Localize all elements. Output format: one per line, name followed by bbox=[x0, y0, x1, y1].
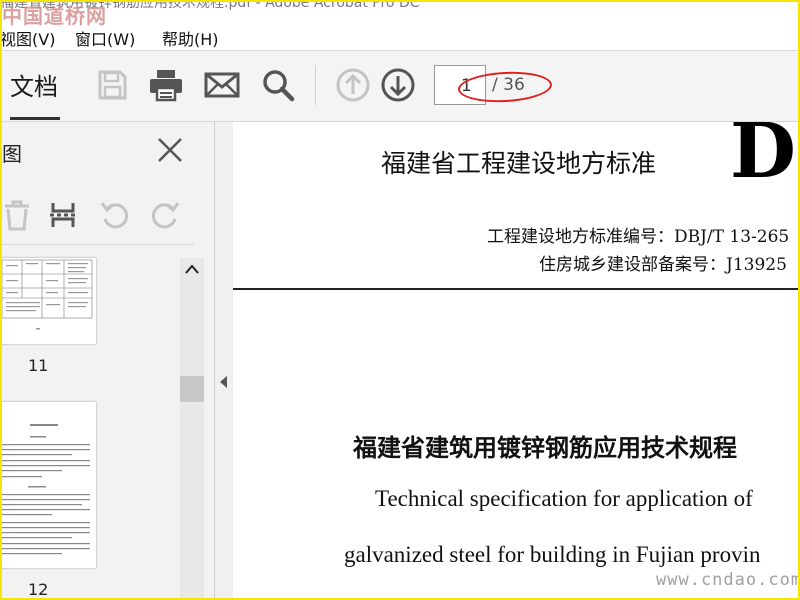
title-bar: 福建省建筑用镀锌钢筋应用技术规程.pdf - Adobe Acrobat Pro… bbox=[0, 0, 800, 22]
prev-page-icon-graphic bbox=[336, 68, 370, 102]
rotate-left-icon-graphic bbox=[100, 202, 129, 229]
save-icon-graphic bbox=[98, 70, 127, 100]
print-icon[interactable] bbox=[146, 65, 186, 105]
watermark-url-bottom: www.cndao.com bbox=[656, 570, 800, 590]
mail-icon-graphic bbox=[204, 72, 240, 98]
doc-big-code: DB bbox=[730, 122, 800, 195]
watermark-logo-top: 中国道桥网 bbox=[2, 4, 107, 28]
extract-icon-graphic bbox=[50, 203, 76, 227]
thumbnail-12-label: 12 bbox=[28, 580, 49, 599]
mail-icon[interactable] bbox=[202, 65, 242, 105]
tab-underline bbox=[10, 117, 60, 120]
doc-title-cn: 福建省建筑用镀锌钢筋应用技术规程 bbox=[353, 434, 737, 462]
collapse-sidebar-icon[interactable] bbox=[216, 372, 230, 392]
doc-record-number: 住房城乡建设部备案号：J13925 bbox=[539, 255, 787, 275]
prev-page-icon[interactable] bbox=[333, 65, 373, 105]
extract-icon[interactable] bbox=[46, 198, 80, 232]
page-thumbnail-11[interactable] bbox=[0, 258, 96, 344]
next-page-icon-graphic bbox=[381, 68, 415, 102]
toolbar-separator bbox=[315, 65, 316, 105]
page-thumbnail-12[interactable] bbox=[0, 402, 96, 568]
close-icon[interactable] bbox=[156, 136, 184, 164]
sidebar-scrollbar[interactable] bbox=[180, 258, 204, 600]
sidebar-toolbar bbox=[0, 194, 194, 245]
tab-document[interactable]: 文档 bbox=[10, 67, 58, 102]
rotate-left-icon[interactable] bbox=[98, 198, 132, 232]
print-icon-graphic bbox=[150, 70, 182, 102]
save-icon[interactable] bbox=[92, 65, 132, 105]
doc-standard-number: 工程建设地方标准编号：DBJ/T 13-265 bbox=[487, 227, 790, 247]
delete-icon-graphic bbox=[5, 200, 29, 231]
thumbnail-11-content bbox=[1, 259, 93, 330]
thumbnail-12-content bbox=[2, 424, 90, 555]
document-page: 福建省工程建设地方标准 DB 工程建设地方标准编号：DBJ/T 13-265 住… bbox=[233, 122, 800, 600]
next-page-icon[interactable] bbox=[378, 65, 418, 105]
scroll-up-icon[interactable] bbox=[180, 264, 204, 282]
close-icon-graphic bbox=[158, 138, 182, 162]
search-icon-graphic bbox=[263, 70, 295, 102]
thumbnail-11-label: 11 bbox=[28, 356, 49, 375]
menu-help[interactable]: 帮助(H) bbox=[162, 26, 219, 50]
menu-bar: 视图(V) 窗口(W) 帮助(H) bbox=[0, 22, 800, 51]
delete-icon[interactable] bbox=[0, 198, 34, 232]
rotate-right-icon[interactable] bbox=[148, 198, 182, 232]
toolbar: 文档 1 / 36 bbox=[0, 51, 800, 122]
menu-window[interactable]: 窗口(W) bbox=[75, 26, 135, 50]
doc-title-en-line2: galvanized steel for building in Fujian … bbox=[344, 542, 761, 567]
doc-title-en-line1: Technical specification for application … bbox=[375, 486, 753, 511]
rotate-right-icon-graphic bbox=[151, 202, 180, 229]
sidebar-title: 图 bbox=[2, 142, 22, 166]
doc-header: 福建省工程建设地方标准 bbox=[381, 149, 657, 178]
scrollbar-thumb[interactable] bbox=[180, 376, 204, 402]
collapse-sidebar-icon-graphic bbox=[220, 376, 227, 388]
doc-rule bbox=[233, 288, 800, 290]
scroll-up-icon-graphic bbox=[185, 264, 199, 274]
search-icon[interactable] bbox=[258, 65, 298, 105]
menu-view[interactable]: 视图(V) bbox=[0, 26, 55, 50]
